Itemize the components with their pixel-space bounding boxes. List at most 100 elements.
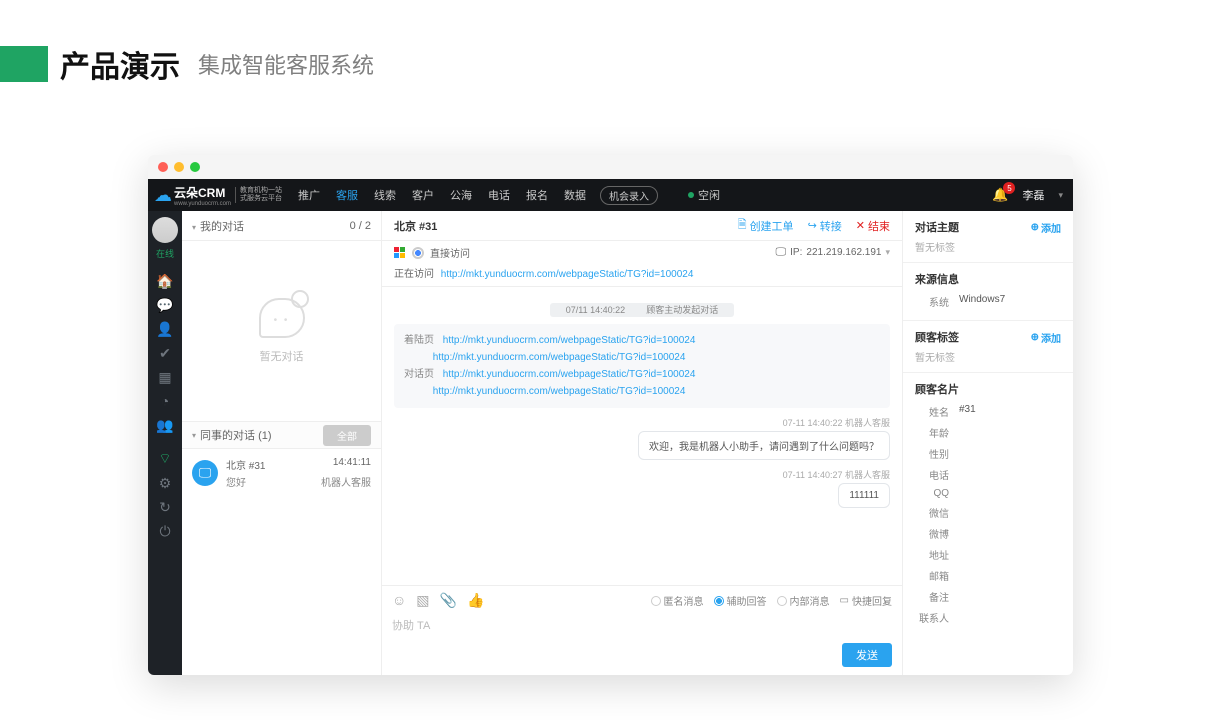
conv-title: 北京 #31 [226,457,265,472]
side-iconbar: 在线 🏠 💬 👤 ✔ ▦ ◔ 👥 ⌔ ⚙ ↻ ⏻ [148,211,182,675]
chat-header: 北京 #31 🗎 创建工单 ↪ 转接 ✕ 结束 [382,211,902,241]
message2-meta: 07-11 14:40:27 机器人客服 [394,468,890,481]
landing-label: 着陆页 [404,335,434,346]
bell-icon[interactable]: 🔔 5 [992,187,1008,203]
page-info-box: 着陆页 http://mkt.yunduocrm.com/webpageStat… [394,324,890,408]
status-idle[interactable]: 空闲 [688,187,720,203]
my-conv-header[interactable]: ▾我的对话 0 / 2 [182,211,381,241]
cloud-icon: ☁ [154,185,172,206]
wifi-icon[interactable]: ⌔ [148,448,182,470]
anon-toggle[interactable]: 匿名消息 [651,593,704,608]
gear-icon[interactable]: ⚙ [148,472,182,494]
top-nav: ☁ 云朵CRM www.yunduocrm.com 教育机构一站 式服务云平台 … [148,179,1073,211]
topic-header: 对话主题 [915,219,959,235]
message1-bubble: 欢迎，我是机器人小助手，请问遇到了什么问题吗？ [638,431,890,460]
accent-bar [0,46,48,82]
power-icon[interactable]: ⏻ [148,520,182,542]
landing-url-2[interactable]: http://mkt.yunduocrm.com/webpageStatic/T… [433,349,686,366]
dialog-url-1[interactable]: http://mkt.yunduocrm.com/webpageStatic/T… [443,366,696,383]
windows-icon [394,247,406,259]
image-icon[interactable]: ▧ [416,592,429,609]
transfer-button[interactable]: ↪ 转接 [808,218,842,234]
nav-leads[interactable]: 线索 [374,187,396,203]
bell-badge: 5 [1003,182,1015,194]
nav-tabs: 推广 客服 线索 客户 公海 电话 报名 数据 [298,187,586,203]
nav-service[interactable]: 客服 [336,187,358,203]
conv-agent: 机器人客服 [321,474,371,489]
message-input[interactable] [392,613,892,639]
like-icon[interactable]: 👍 [467,592,484,609]
status-dot-icon [688,192,694,198]
brand-url: www.yunduocrm.com [174,201,231,207]
chat-icon[interactable]: 💬 [148,294,182,316]
calendar-icon[interactable]: ▦ [148,366,182,388]
user-name[interactable]: 李磊 [1022,187,1044,203]
record-button[interactable]: 机会录入 [600,186,658,205]
colleague-conv-header[interactable]: ▾ 同事的对话 (1) 全部 [182,421,381,449]
check-icon[interactable]: ✔ [148,342,182,364]
nav-promote[interactable]: 推广 [298,187,320,203]
close-icon[interactable] [158,162,168,172]
monitor-icon: 🖵 [192,460,218,486]
plus-icon: ⊕ [1031,222,1039,233]
empty-state: • • 暂无对话 [182,241,381,421]
person-icon[interactable]: 👤 [148,318,182,340]
maximize-icon[interactable] [190,162,200,172]
brand-logo[interactable]: ☁ 云朵CRM www.yunduocrm.com 教育机构一站 式服务云平台 [154,184,282,207]
chrome-icon [412,247,424,259]
nav-pool[interactable]: 公海 [450,187,472,203]
conv-preview: 您好 [226,474,246,489]
refresh-icon[interactable]: ↻ [148,496,182,518]
visiting-url[interactable]: http://mkt.yunduocrm.com/webpageStatic/T… [441,269,694,280]
info-panel: 对话主题 ⊕ 添加 暂无标签 来源信息 系统 Windows7 顾客标签 [903,211,1073,675]
message2-bubble: 111111 [838,483,890,508]
home-icon[interactable]: 🏠 [148,270,182,292]
dialog-url-2[interactable]: http://mkt.yunduocrm.com/webpageStatic/T… [433,383,686,400]
topic-add-button[interactable]: ⊕ 添加 [1031,220,1061,235]
ip-label: IP: [790,247,802,258]
nav-enroll[interactable]: 报名 [526,187,548,203]
emoji-icon[interactable]: ☺ [392,592,406,609]
message1-row: 欢迎，我是机器人小助手，请问遇到了什么问题吗？ [394,431,890,460]
quick-reply-button[interactable]: ▭ 快捷回复 [840,593,892,608]
chat-title: 北京 #31 [394,218,437,234]
avatar[interactable] [152,217,178,243]
piechart-icon[interactable]: ◔ [148,390,182,412]
tags-header: 顾客标签 [915,329,959,345]
chevron-down-icon[interactable]: ▾ [1058,190,1063,201]
assist-toggle[interactable]: 辅助回答 [714,593,767,608]
slide-subheading: 集成智能客服系统 [198,48,374,80]
system-value: Windows7 [959,294,1005,309]
nav-data[interactable]: 数据 [564,187,586,203]
app-window: ☁ 云朵CRM www.yunduocrm.com 教育机构一站 式服务云平台 … [148,155,1073,675]
send-button[interactable]: 发送 [842,643,892,667]
transfer-icon: ↪ [808,219,817,232]
landing-url-1[interactable]: http://mkt.yunduocrm.com/webpageStatic/T… [443,332,696,349]
conversation-row[interactable]: 🖵 北京 #31 14:41:11 您好 机器人客服 [182,449,381,497]
plus-icon: ⊕ [1031,332,1039,343]
minimize-icon[interactable] [174,162,184,172]
chevron-down-icon[interactable]: ▾ [885,247,890,258]
end-button[interactable]: ✕ 结束 [856,218,890,234]
chat-panel: 北京 #31 🗎 创建工单 ↪ 转接 ✕ 结束 [382,211,903,675]
tags-empty: 暂无标签 [915,349,1061,364]
tags-add-button[interactable]: ⊕ 添加 [1031,330,1061,345]
ip-value: 221.219.162.191 [806,247,881,258]
message1-meta: 07-11 14:40:22 机器人客服 [394,416,890,429]
nav-phone[interactable]: 电话 [488,187,510,203]
empty-chat-icon: • • [259,298,305,338]
composer: ☺ ▧ 📎 👍 匿名消息 辅助回答 内部消息 [382,585,902,675]
dialog-label: 对话页 [404,369,434,380]
message2-row: 111111 [394,483,890,508]
segment-all[interactable]: 全部 [323,425,371,446]
visiting-label: 正在访问 [394,269,434,280]
nav-customers[interactable]: 客户 [412,187,434,203]
conv-time: 14:41:11 [333,457,371,472]
attach-icon[interactable]: 📎 [440,592,457,609]
slide-heading: 产品演示 [60,42,180,86]
internal-toggle[interactable]: 内部消息 [777,593,830,608]
slide-title: 产品演示 集成智能客服系统 [0,0,1210,106]
monitor-icon: 🖵 [776,246,787,259]
create-ticket-button[interactable]: 🗎 创建工单 [738,216,794,235]
group-icon[interactable]: 👥 [148,414,182,436]
